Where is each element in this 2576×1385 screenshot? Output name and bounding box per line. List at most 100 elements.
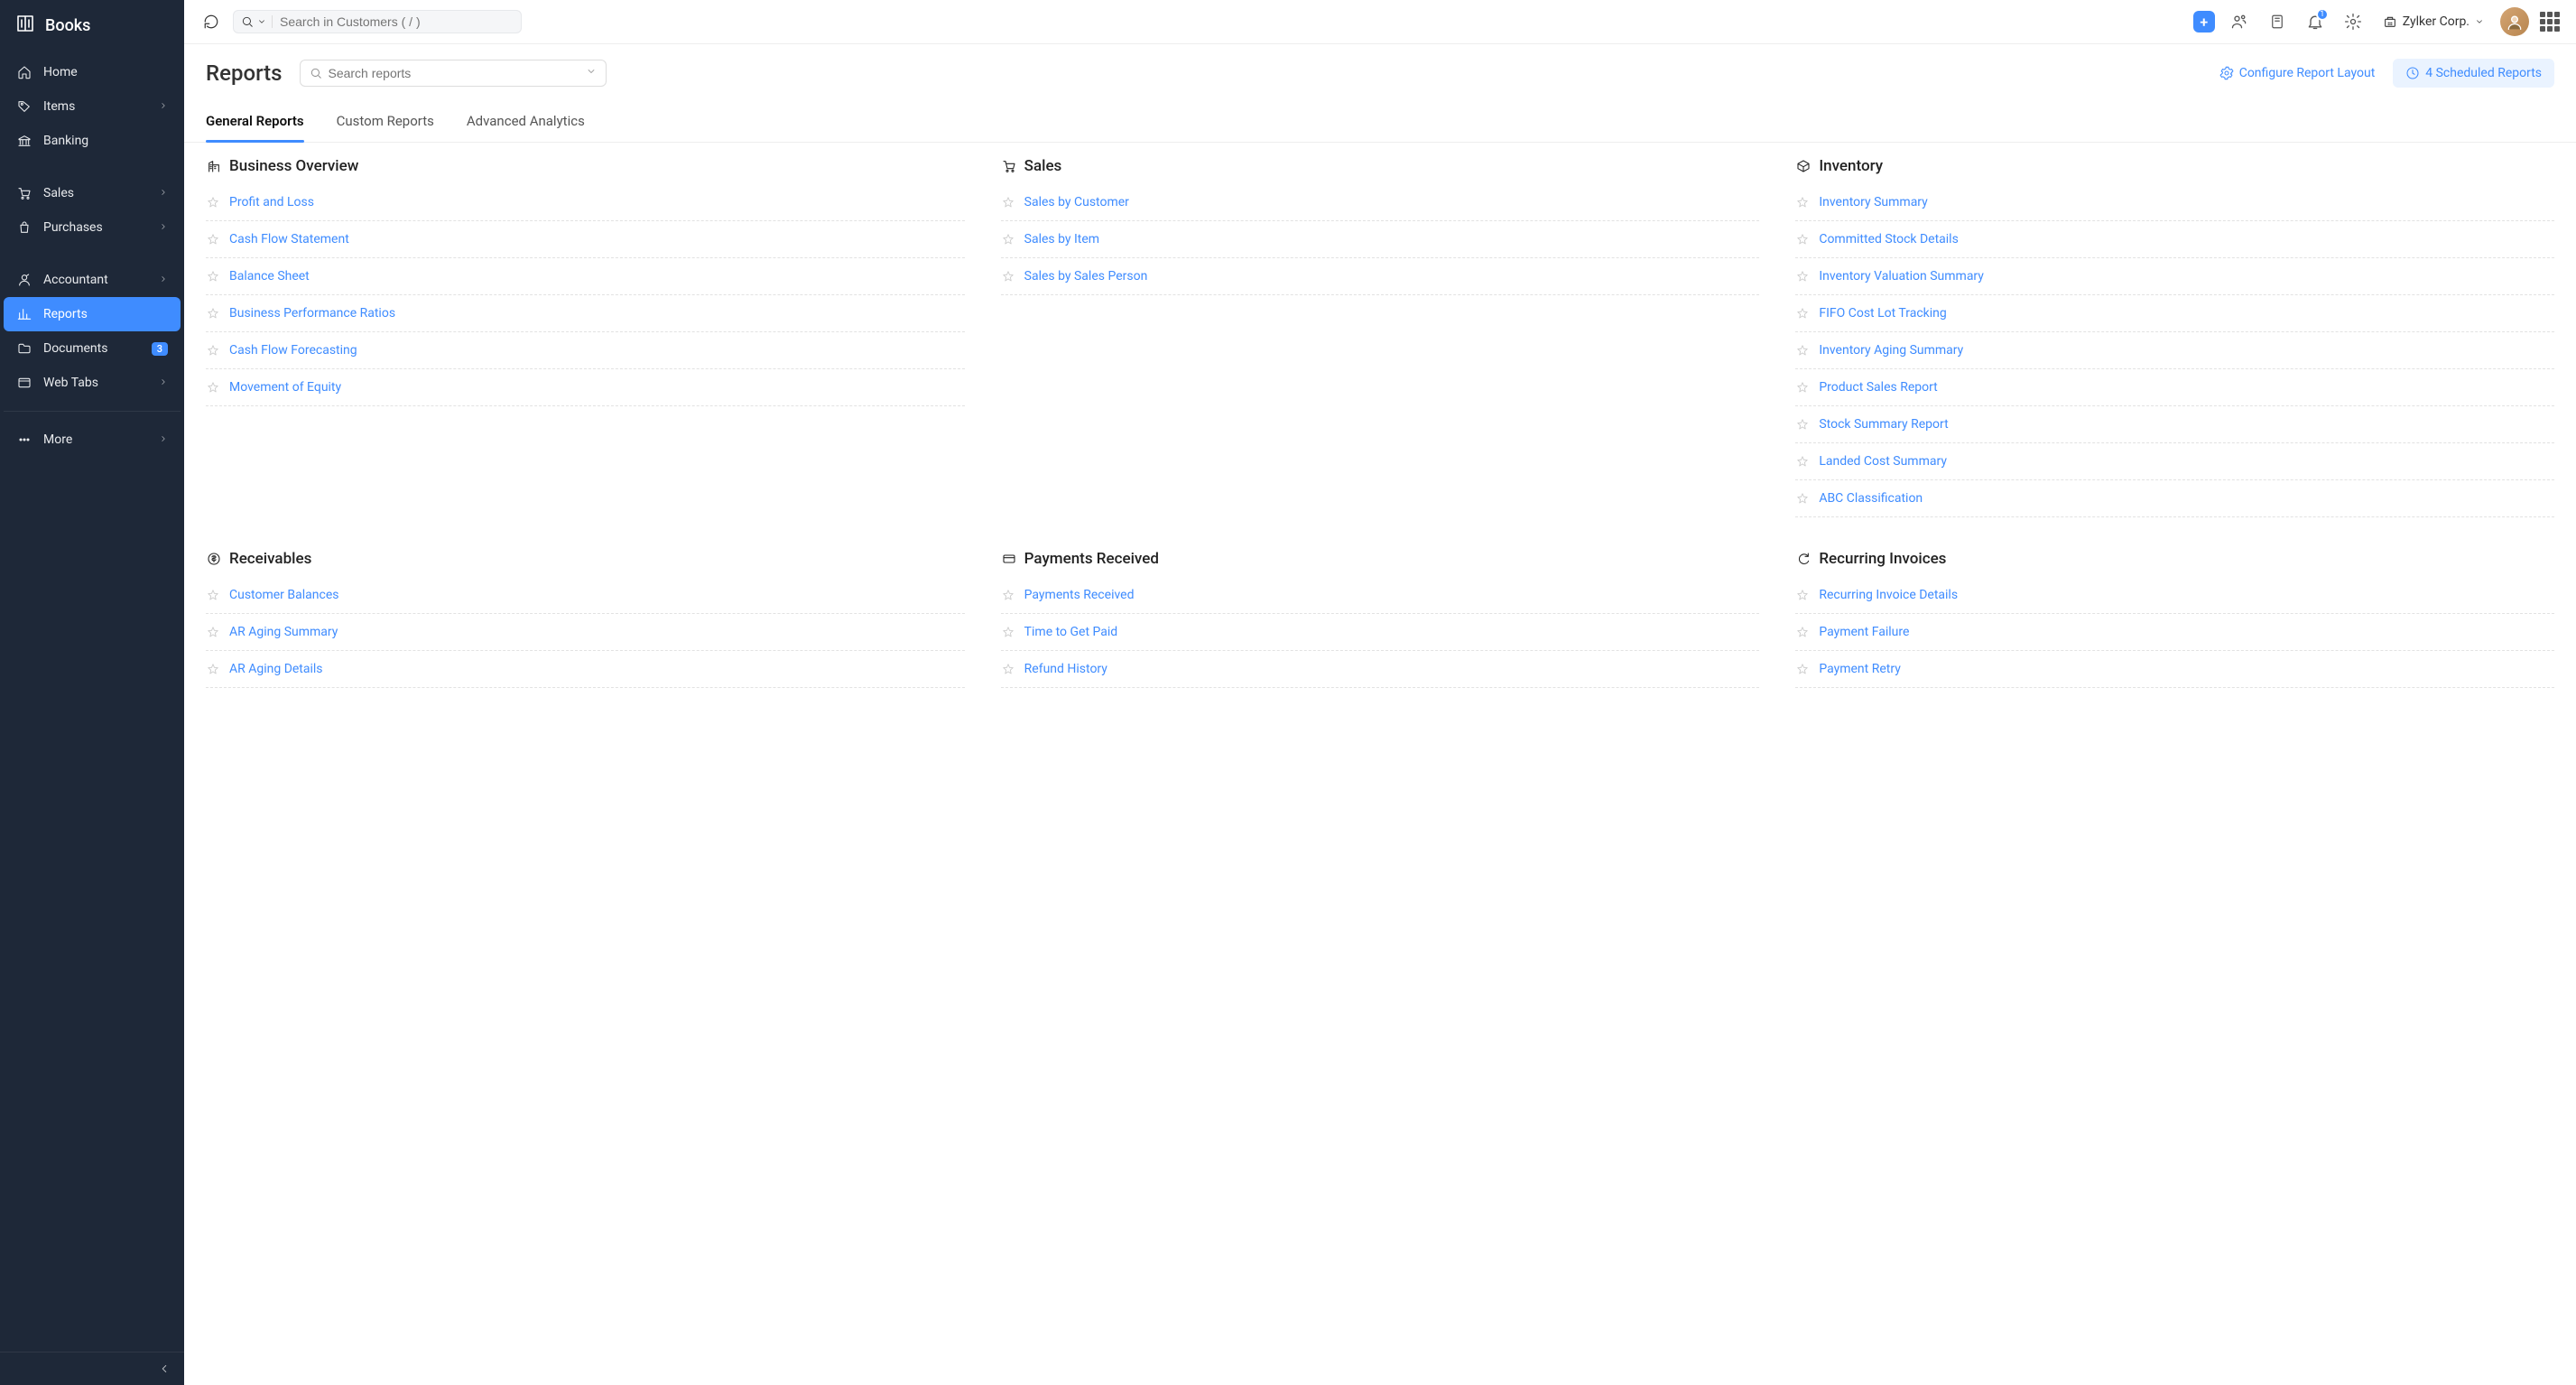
report-link[interactable]: Inventory Valuation Summary [1819, 269, 1984, 284]
report-link[interactable]: Cash Flow Statement [229, 232, 349, 246]
favorite-star-icon[interactable] [1795, 306, 1810, 321]
nav-item-purchases[interactable]: Purchases [4, 210, 181, 245]
configure-report-layout-link[interactable]: Configure Report Layout [2219, 66, 2376, 80]
report-link[interactable]: Payment Failure [1819, 625, 1909, 639]
favorite-star-icon[interactable] [206, 306, 220, 321]
chevron-right-icon [159, 222, 168, 234]
tab-custom-reports[interactable]: Custom Reports [337, 102, 434, 142]
sidebar-collapse-button[interactable] [152, 1360, 177, 1378]
referrals-button[interactable] [2226, 8, 2253, 35]
announcements-button[interactable] [2264, 8, 2291, 35]
report-link[interactable]: FIFO Cost Lot Tracking [1819, 306, 1946, 321]
quick-create-button[interactable]: + [2193, 11, 2215, 33]
report-link[interactable]: Inventory Aging Summary [1819, 343, 1963, 358]
settings-button[interactable] [2340, 8, 2367, 35]
report-row: Landed Cost Summary [1795, 443, 2554, 480]
favorite-star-icon[interactable] [1795, 625, 1810, 639]
nav-item-home[interactable]: Home [4, 55, 181, 89]
favorite-star-icon[interactable] [1795, 380, 1810, 395]
favorite-star-icon[interactable] [1001, 269, 1015, 284]
report-link[interactable]: Sales by Item [1024, 232, 1099, 246]
report-link[interactable]: Refund History [1024, 662, 1107, 676]
report-search[interactable] [300, 60, 607, 87]
recurring-icon [1795, 551, 1812, 567]
favorite-star-icon[interactable] [206, 625, 220, 639]
report-link[interactable]: Stock Summary Report [1819, 417, 1948, 432]
favorite-star-icon[interactable] [206, 662, 220, 676]
main-area: + 1 Zylker Corp. [184, 0, 2576, 1385]
nav-item-items[interactable]: Items [4, 89, 181, 124]
refresh-button[interactable] [200, 11, 222, 33]
report-link[interactable]: Customer Balances [229, 588, 338, 602]
favorite-star-icon[interactable] [1001, 588, 1015, 602]
favorite-star-icon[interactable] [1001, 232, 1015, 246]
favorite-star-icon[interactable] [1001, 195, 1015, 209]
nav-item-reports[interactable]: Reports [4, 297, 181, 331]
search-scope-dropdown[interactable] [241, 15, 273, 28]
report-link[interactable]: Business Performance Ratios [229, 306, 395, 321]
favorite-star-icon[interactable] [1795, 491, 1810, 506]
user-avatar[interactable] [2500, 7, 2529, 36]
report-row: Balance Sheet [206, 258, 965, 295]
favorite-star-icon[interactable] [206, 380, 220, 395]
favorite-star-icon[interactable] [206, 343, 220, 358]
notifications-button[interactable]: 1 [2302, 8, 2329, 35]
org-switcher[interactable]: Zylker Corp. [2377, 14, 2489, 29]
receivables-icon [206, 551, 222, 567]
favorite-star-icon[interactable] [206, 588, 220, 602]
global-search[interactable] [233, 10, 522, 33]
favorite-star-icon[interactable] [206, 269, 220, 284]
favorite-star-icon[interactable] [1795, 195, 1810, 209]
report-link[interactable]: Movement of Equity [229, 380, 341, 395]
report-row: FIFO Cost Lot Tracking [1795, 295, 2554, 332]
nav-item-more[interactable]: More [4, 423, 181, 457]
column-inventory: InventoryInventory SummaryCommitted Stoc… [1795, 157, 2554, 550]
report-link[interactable]: AR Aging Summary [229, 625, 338, 639]
favorite-star-icon[interactable] [206, 195, 220, 209]
report-link[interactable]: Product Sales Report [1819, 380, 1937, 395]
chevron-right-icon [159, 434, 168, 446]
report-link[interactable]: Committed Stock Details [1819, 232, 1959, 246]
tab-general-reports[interactable]: General Reports [206, 102, 304, 142]
app-logo[interactable]: Books [0, 0, 184, 51]
report-link[interactable]: Cash Flow Forecasting [229, 343, 357, 358]
apps-launcher[interactable] [2540, 12, 2560, 32]
favorite-star-icon[interactable] [1795, 588, 1810, 602]
report-link[interactable]: Sales by Sales Person [1024, 269, 1148, 284]
report-search-input[interactable] [328, 66, 586, 80]
favorite-star-icon[interactable] [1795, 343, 1810, 358]
nav-item-banking[interactable]: Banking [4, 124, 181, 158]
favorite-star-icon[interactable] [1795, 417, 1810, 432]
report-link[interactable]: AR Aging Details [229, 662, 323, 676]
favorite-star-icon[interactable] [1001, 662, 1015, 676]
more-icon [16, 432, 32, 448]
favorite-star-icon[interactable] [1001, 625, 1015, 639]
report-link[interactable]: Landed Cost Summary [1819, 454, 1947, 469]
tab-advanced-analytics[interactable]: Advanced Analytics [467, 102, 585, 142]
favorite-star-icon[interactable] [1795, 232, 1810, 246]
favorite-star-icon[interactable] [1795, 454, 1810, 469]
report-link[interactable]: Sales by Customer [1024, 195, 1129, 209]
report-link[interactable]: Time to Get Paid [1024, 625, 1118, 639]
report-search-dropdown[interactable] [586, 66, 597, 80]
report-link[interactable]: Profit and Loss [229, 195, 314, 209]
report-link[interactable]: Inventory Summary [1819, 195, 1927, 209]
nav-item-documents[interactable]: Documents3 [4, 331, 181, 366]
favorite-star-icon[interactable] [1795, 269, 1810, 284]
favorite-star-icon[interactable] [1795, 662, 1810, 676]
nav-label: Home [43, 65, 78, 79]
nav-item-sales[interactable]: Sales [4, 176, 181, 210]
report-link[interactable]: Recurring Invoice Details [1819, 588, 1958, 602]
report-link[interactable]: ABC Classification [1819, 491, 1923, 506]
report-link[interactable]: Payment Retry [1819, 662, 1901, 676]
report-link[interactable]: Payments Received [1024, 588, 1135, 602]
nav-item-web-tabs[interactable]: Web Tabs [4, 366, 181, 400]
scheduled-reports-chip[interactable]: 4 Scheduled Reports [2393, 59, 2554, 88]
org-name: Zylker Corp. [2403, 14, 2469, 29]
nav-item-accountant[interactable]: Accountant [4, 263, 181, 297]
section-receivables: ReceivablesCustomer BalancesAR Aging Sum… [206, 550, 965, 688]
global-search-input[interactable] [280, 14, 514, 29]
bag-icon [16, 219, 32, 236]
report-link[interactable]: Balance Sheet [229, 269, 310, 284]
favorite-star-icon[interactable] [206, 232, 220, 246]
